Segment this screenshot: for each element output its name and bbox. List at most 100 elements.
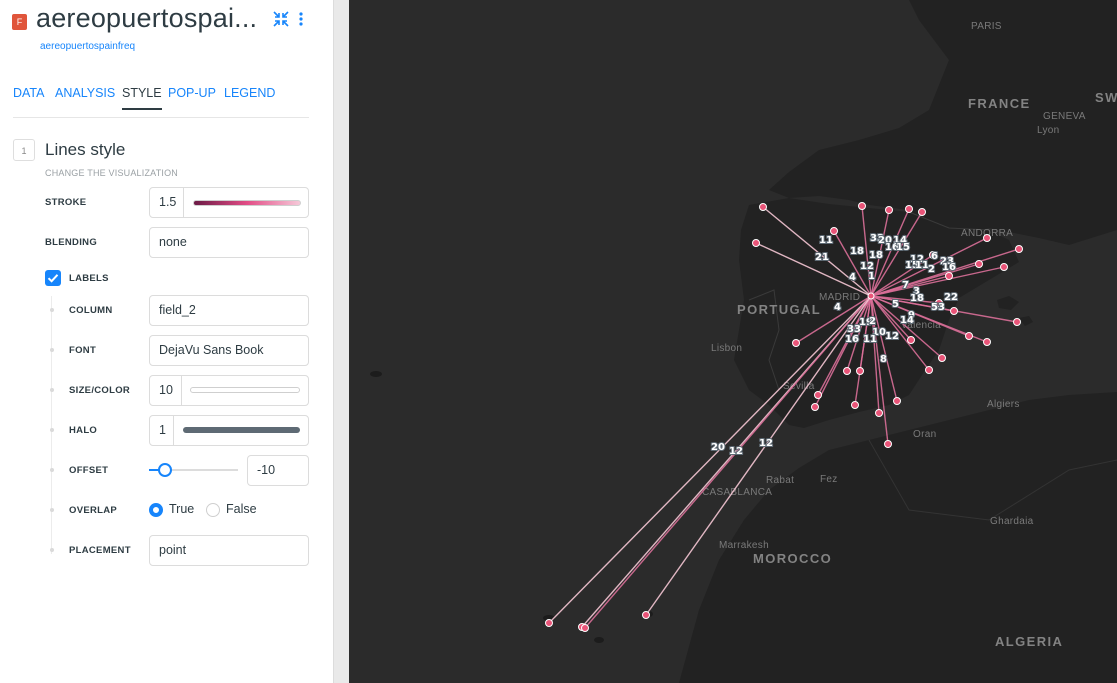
layer-type-badge: F — [12, 14, 27, 30]
stroke-color-ramp[interactable] — [193, 200, 301, 206]
label-size-input[interactable]: 10 — [159, 376, 173, 405]
overlap-false-label[interactable]: False — [226, 502, 257, 516]
column-label: COLUMN — [69, 305, 113, 316]
check-icon — [47, 274, 59, 283]
layer-style-panel: F aereopuertospai... aereopuertospainfre… — [0, 0, 333, 683]
airport-point[interactable] — [858, 202, 866, 210]
tree-dot — [50, 468, 54, 472]
flow-count-label: 16 — [845, 334, 859, 345]
hub-point[interactable] — [867, 292, 875, 300]
airport-point[interactable] — [893, 397, 901, 405]
map-canvas[interactable]: PARIS FRANCE GENEVA Lyon SW ANDORRA PORT… — [349, 0, 1117, 683]
overlap-false-radio[interactable] — [206, 503, 220, 517]
tab-legend[interactable]: LEGEND — [224, 86, 275, 108]
airport-point[interactable] — [875, 409, 883, 417]
flow-line[interactable] — [548, 295, 872, 624]
flow-count-label: 4 — [849, 272, 856, 283]
airport-point[interactable] — [545, 619, 553, 627]
airport-point[interactable] — [830, 227, 838, 235]
collapse-icon[interactable] — [272, 10, 290, 33]
font-label: FONT — [69, 345, 97, 356]
flow-count-label: 1 — [868, 271, 875, 282]
tree-dot — [50, 428, 54, 432]
flow-count-label: 22 — [944, 292, 958, 303]
flow-line[interactable] — [870, 266, 1005, 297]
labels-label: LABELS — [69, 273, 109, 284]
flow-count-label: 12 — [759, 438, 773, 449]
airport-point[interactable] — [792, 339, 800, 347]
placement-select[interactable]: point — [149, 535, 309, 566]
tree-dot — [50, 508, 54, 512]
airport-point[interactable] — [945, 272, 953, 280]
overlap-true-radio[interactable] — [149, 503, 163, 517]
font-value: DejaVu Sans Book — [159, 343, 264, 357]
section-subtitle: CHANGE THE VISUALIZATION — [45, 168, 178, 178]
tab-style[interactable]: STYLE — [122, 86, 162, 110]
overlap-true-label[interactable]: True — [169, 502, 194, 516]
offset-label: OFFSET — [69, 465, 109, 476]
airport-point[interactable] — [907, 336, 915, 344]
more-vertical-icon[interactable] — [298, 10, 304, 33]
stroke-control: 1.5 — [149, 187, 309, 218]
flow-count-label: 18 — [910, 293, 924, 304]
flow-count-label: 5 — [892, 299, 899, 310]
airport-point[interactable] — [925, 366, 933, 374]
layer-title[interactable]: aereopuertospai... — [36, 3, 257, 34]
airport-point[interactable] — [885, 206, 893, 214]
blending-select[interactable]: none — [149, 227, 309, 258]
airport-point[interactable] — [975, 260, 983, 268]
flow-count-label: 21 — [815, 252, 829, 263]
airport-point[interactable] — [983, 338, 991, 346]
airport-point[interactable] — [965, 332, 973, 340]
airport-point[interactable] — [642, 611, 650, 619]
airport-point[interactable] — [811, 403, 819, 411]
blending-value: none — [159, 235, 187, 249]
airport-point[interactable] — [581, 624, 589, 632]
label-color-swatch[interactable] — [190, 387, 300, 393]
halo-color-swatch[interactable] — [183, 427, 300, 433]
airport-point[interactable] — [1013, 318, 1021, 326]
placement-value: point — [159, 543, 187, 557]
airport-point[interactable] — [851, 401, 859, 409]
flow-line[interactable] — [584, 295, 872, 629]
airport-point[interactable] — [814, 391, 822, 399]
airport-point[interactable] — [950, 307, 958, 315]
column-value: field_2 — [159, 303, 196, 317]
flow-count-label: 12 — [729, 446, 743, 457]
tab-analysis[interactable]: ANALYSIS — [55, 86, 115, 108]
airport-point[interactable] — [884, 440, 892, 448]
flow-line[interactable] — [645, 295, 872, 616]
airport-point[interactable] — [843, 367, 851, 375]
labels-checkbox[interactable] — [45, 270, 61, 286]
halo-control: 1 — [149, 415, 309, 446]
flow-count-label: 7 — [902, 280, 909, 291]
flow-count-label: 4 — [834, 302, 841, 313]
airport-point[interactable] — [1000, 263, 1008, 271]
placement-label: PLACEMENT — [69, 545, 131, 556]
size-color-label: SIZE/COLOR — [69, 385, 131, 396]
font-select[interactable]: DejaVu Sans Book — [149, 335, 309, 366]
offset-slider-handle[interactable] — [158, 463, 172, 477]
airport-point[interactable] — [752, 239, 760, 247]
airport-point[interactable] — [759, 203, 767, 211]
airport-point[interactable] — [918, 208, 926, 216]
halo-size-input[interactable]: 1 — [159, 416, 166, 445]
stroke-width-input[interactable]: 1.5 — [159, 188, 176, 217]
flow-count-label: 53 — [931, 302, 945, 313]
airport-point[interactable] — [983, 234, 991, 242]
airport-point[interactable] — [856, 367, 864, 375]
flow-count-label: 14 — [900, 315, 914, 326]
airport-point[interactable] — [905, 205, 913, 213]
offset-input[interactable]: -10 — [247, 455, 309, 486]
tree-dot — [50, 388, 54, 392]
blending-label: BLENDING — [45, 237, 98, 248]
tab-data[interactable]: DATA — [13, 86, 44, 108]
column-select[interactable]: field_2 — [149, 295, 309, 326]
panel-gutter[interactable] — [333, 0, 349, 683]
tree-dot — [50, 308, 54, 312]
tree-dot — [50, 548, 54, 552]
layer-source-link[interactable]: aereopuertospainfreq — [40, 41, 135, 52]
tab-popup[interactable]: POP-UP — [168, 86, 216, 108]
airport-point[interactable] — [1015, 245, 1023, 253]
airport-point[interactable] — [938, 354, 946, 362]
